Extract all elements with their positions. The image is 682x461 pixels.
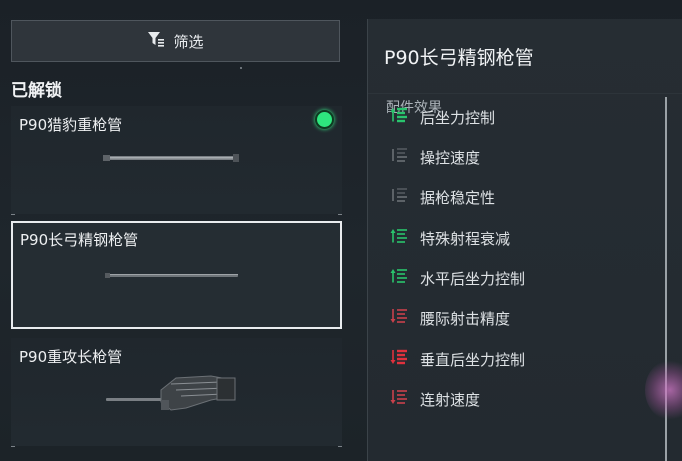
attachment-card-longbow-barrel[interactable]: P90长弓精钢枪管 xyxy=(11,221,342,329)
divider-dot xyxy=(240,67,242,69)
effect-label: 后坐力控制 xyxy=(420,108,496,127)
barrel-image xyxy=(105,273,238,278)
stat-down-icon xyxy=(390,389,408,409)
stat-neutral-icon xyxy=(390,147,408,167)
stat-up-icon xyxy=(390,107,408,127)
card-corner-mark xyxy=(11,446,15,447)
stat-up-icon xyxy=(390,228,408,248)
effect-label: 腰际射击精度 xyxy=(420,309,511,328)
stat-down-icon xyxy=(390,308,408,328)
attachment-card-cheetah-barrel[interactable]: P90猎豹重枪管 xyxy=(11,106,342,215)
effect-row[interactable]: 腰际射击精度 xyxy=(390,308,510,328)
effect-row[interactable]: 垂直后坐力控制 xyxy=(390,349,525,369)
effect-row[interactable]: 连射速度 xyxy=(390,389,480,409)
detail-title: P90长弓精钢枪管 xyxy=(384,47,534,69)
effect-label: 连射速度 xyxy=(420,390,481,409)
effect-label: 特殊射程衰减 xyxy=(420,229,511,248)
attachment-detail-panel: P90长弓精钢枪管 配件效果 后坐力控制 操控速度 据枪稳定性 特殊射程衰减 水平后坐力… xyxy=(367,19,682,461)
effect-row[interactable]: 据枪稳定性 xyxy=(390,187,495,207)
barrel-image xyxy=(106,375,236,411)
card-corner-mark xyxy=(338,446,342,447)
unlocked-section-title: 已解锁 xyxy=(11,81,62,101)
effect-label: 据枪稳定性 xyxy=(420,188,496,207)
attachment-card-heavy-assault-barrel[interactable]: P90重攻长枪管 xyxy=(11,338,342,447)
effect-row[interactable]: 特殊射程衰减 xyxy=(390,228,510,248)
panel-divider xyxy=(368,93,682,94)
filter-icon xyxy=(147,30,165,52)
effect-label: 操控速度 xyxy=(420,148,481,167)
effect-label: 垂直后坐力控制 xyxy=(420,350,526,369)
card-corner-mark xyxy=(11,214,15,215)
filter-label: 筛选 xyxy=(173,32,204,51)
filter-button[interactable]: 筛选 xyxy=(11,20,340,62)
barrel-image xyxy=(103,154,239,162)
stat-down-icon xyxy=(390,349,408,369)
stat-up-icon xyxy=(390,268,408,288)
effect-row[interactable]: 水平后坐力控制 xyxy=(390,268,525,288)
effect-row[interactable]: 后坐力控制 xyxy=(390,107,495,127)
effect-row[interactable]: 操控速度 xyxy=(390,147,480,167)
effect-label: 水平后坐力控制 xyxy=(420,269,526,288)
card-corner-mark xyxy=(338,214,342,215)
stat-neutral-icon xyxy=(390,187,408,207)
